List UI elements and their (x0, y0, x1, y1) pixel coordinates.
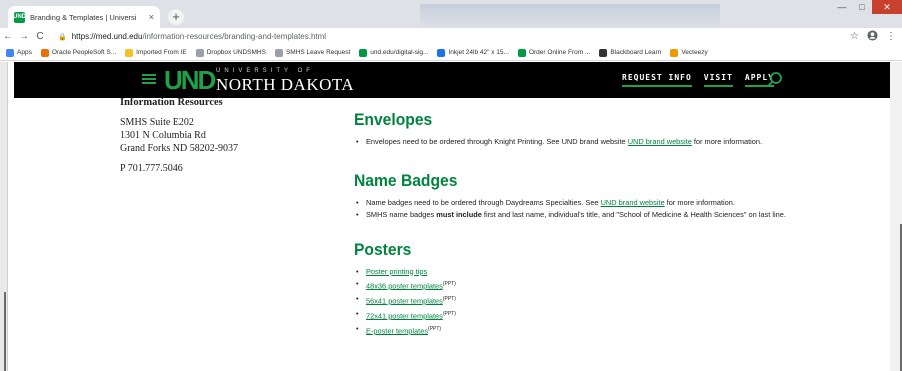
browser-tab-active[interactable]: UND Branding & Templates | Universi × (8, 6, 160, 28)
page-left-edge (0, 62, 8, 371)
posters-section: Posters Poster printing tips 48x36 poster… (354, 239, 794, 337)
bookmark-label: SMHS Leave Request (285, 49, 351, 56)
new-tab-button[interactable]: + (168, 9, 184, 25)
browser-tabstrip: UND Branding & Templates | Universi × + … (0, 0, 902, 28)
bookmark-icon (274, 48, 283, 57)
bookmark-icon (359, 48, 368, 57)
und-brand-website-link[interactable]: UND brand website (628, 137, 692, 146)
bookmark-icon (125, 48, 134, 57)
request-info-link[interactable]: REQUEST INFO (622, 73, 692, 87)
list-item: 72x41 poster templates(PPT) (354, 309, 794, 322)
bookmark-item[interactable]: Oracle PeopleSoft S... (40, 48, 117, 57)
name-badges-section: Name Badges Name badges need to be order… (354, 170, 794, 221)
left-edge-line (4, 292, 6, 371)
bookmark-item[interactable]: und.edu/digital-sig... (359, 48, 429, 57)
bookmark-item[interactable]: Inkjet 24lb 42" x 15... (437, 48, 509, 57)
bookmark-item[interactable]: Order Online From ... (517, 48, 591, 57)
logo-university-text: UNIVERSITY OF (216, 68, 314, 74)
und-logo-mark[interactable]: UND (164, 66, 216, 94)
bookmark-item[interactable]: Apps (6, 48, 32, 57)
bookmark-label: Dropbox UNDSMHS (206, 49, 266, 56)
file-type-badge: (PPT) (428, 325, 442, 332)
bookmark-icon (437, 48, 446, 57)
bookmark-label: Blackboard Learn (610, 49, 662, 56)
bookmarks-bar: Apps Oracle PeopleSoft S... Imported From … (0, 45, 902, 61)
site-header: UND UNIVERSITY OF NORTH DAKOTA REQUEST I… (14, 62, 890, 98)
name-badges-list: Name badges need to be ordered through D… (354, 198, 794, 221)
main-content: Envelopes Envelopes need to be ordered t… (354, 96, 794, 339)
browser-menu-icon[interactable]: ⋮ (886, 31, 896, 42)
list-item: SMHS name badges must include first and … (354, 210, 794, 221)
file-type-badge: (PPT) (442, 281, 456, 287)
posters-heading: Posters (354, 239, 412, 259)
tab-title: Branding & Templates | Universi (30, 12, 137, 22)
bookmark-label: Vecteezy (681, 49, 708, 56)
bookmark-label: und.edu/digital-sig... (370, 49, 429, 56)
bookmark-item[interactable]: Imported From IE (125, 48, 187, 57)
bookmark-label: Apps (17, 49, 32, 56)
url-input[interactable]: 🔒 https://med.und.edu/information-resour… (58, 29, 838, 44)
visit-link[interactable]: VISIT (703, 73, 733, 87)
address-bar-actions: ☆ ⋮ (850, 29, 896, 44)
list-item: 56x41 poster templates(PPT) (354, 294, 794, 307)
bookmark-icon (40, 48, 49, 57)
bookmark-icon (670, 48, 679, 57)
header-links: REQUEST INFO VISIT APPLY (622, 73, 774, 87)
poster-template-link[interactable]: E-poster templates (366, 326, 428, 335)
envelopes-heading: Envelopes (354, 110, 433, 129)
window-background (420, 4, 720, 28)
bookmark-icon (195, 48, 204, 57)
bookmark-icon (6, 48, 14, 57)
reload-button[interactable]: C (32, 31, 48, 42)
poster-template-link[interactable]: Poster printing tips (366, 267, 427, 276)
sidebar-contact: Information Resources SMHS Suite E202 13… (120, 96, 330, 175)
bookmark-icon (517, 48, 526, 57)
bookmark-label: Oracle PeopleSoft S... (51, 49, 117, 56)
address-line-3: Grand Forks ND 58202-9037 (120, 143, 239, 154)
posters-list: Poster printing tips 48x36 poster templat… (354, 267, 794, 337)
address-line-1: SMHS Suite E202 (120, 117, 194, 128)
bookmark-label: Order Online From ... (528, 49, 591, 56)
url-text: https://med.und.edu/information-resource… (71, 32, 327, 41)
lock-icon: 🔒 (58, 33, 67, 41)
back-button[interactable]: ← (0, 31, 16, 42)
file-type-badge: (PPT) (442, 310, 456, 317)
window-maximize-button[interactable]: □ (852, 0, 872, 14)
bookmark-icon (599, 48, 608, 57)
file-type-badge: (PPT) (442, 295, 456, 302)
window-minimize-button[interactable]: — (832, 0, 852, 14)
list-item: 48x36 poster templates(PPT) (354, 279, 794, 292)
window-close-button[interactable]: ✕ (872, 0, 902, 14)
bookmark-label: Imported From IE (136, 49, 187, 56)
bookmark-item[interactable]: Dropbox UNDSMHS (195, 48, 266, 57)
und-brand-website-link[interactable]: UND brand website (601, 198, 665, 207)
poster-template-link[interactable]: 48x36 poster templates (366, 281, 443, 290)
search-icon[interactable] (766, 71, 784, 89)
page-scrollbar[interactable] (890, 62, 902, 371)
sidebar-heading: Information Resources (120, 97, 223, 108)
list-item: Envelopes need to be ordered through Kni… (354, 137, 794, 148)
logo-north-dakota-text: NORTH DAKOTA (216, 75, 355, 94)
phone-number: P 701.777.5046 (120, 163, 183, 174)
poster-template-link[interactable]: 72x41 poster templates (366, 311, 443, 320)
list-item: E-poster templates(PPT) (354, 324, 794, 337)
profile-icon[interactable] (867, 29, 878, 44)
und-favicon-icon: UND (13, 11, 26, 23)
address-line-2: 1301 N Columbia Rd (120, 130, 206, 141)
tab-close-icon[interactable]: × (149, 12, 154, 22)
bookmark-label: Inkjet 24lb 42" x 15... (448, 49, 509, 56)
bookmark-item[interactable]: SMHS Leave Request (274, 48, 351, 57)
hamburger-menu-icon[interactable] (142, 72, 156, 86)
envelopes-section: Envelopes Envelopes need to be ordered t… (354, 109, 794, 148)
bookmark-item[interactable]: Vecteezy (670, 48, 708, 57)
list-item: Poster printing tips (354, 267, 794, 278)
envelopes-list: Envelopes need to be ordered through Kni… (354, 137, 794, 148)
poster-template-link[interactable]: 56x41 poster templates (366, 296, 443, 305)
list-item: Name badges need to be ordered through D… (354, 198, 794, 209)
bookmark-item[interactable]: Blackboard Learn (599, 48, 662, 57)
name-badges-heading: Name Badges (354, 170, 458, 190)
bookmark-star-icon[interactable]: ☆ (850, 31, 859, 42)
address-bar: ← → C 🔒 https://med.und.edu/information-… (0, 28, 902, 45)
forward-button[interactable]: → (16, 31, 32, 42)
